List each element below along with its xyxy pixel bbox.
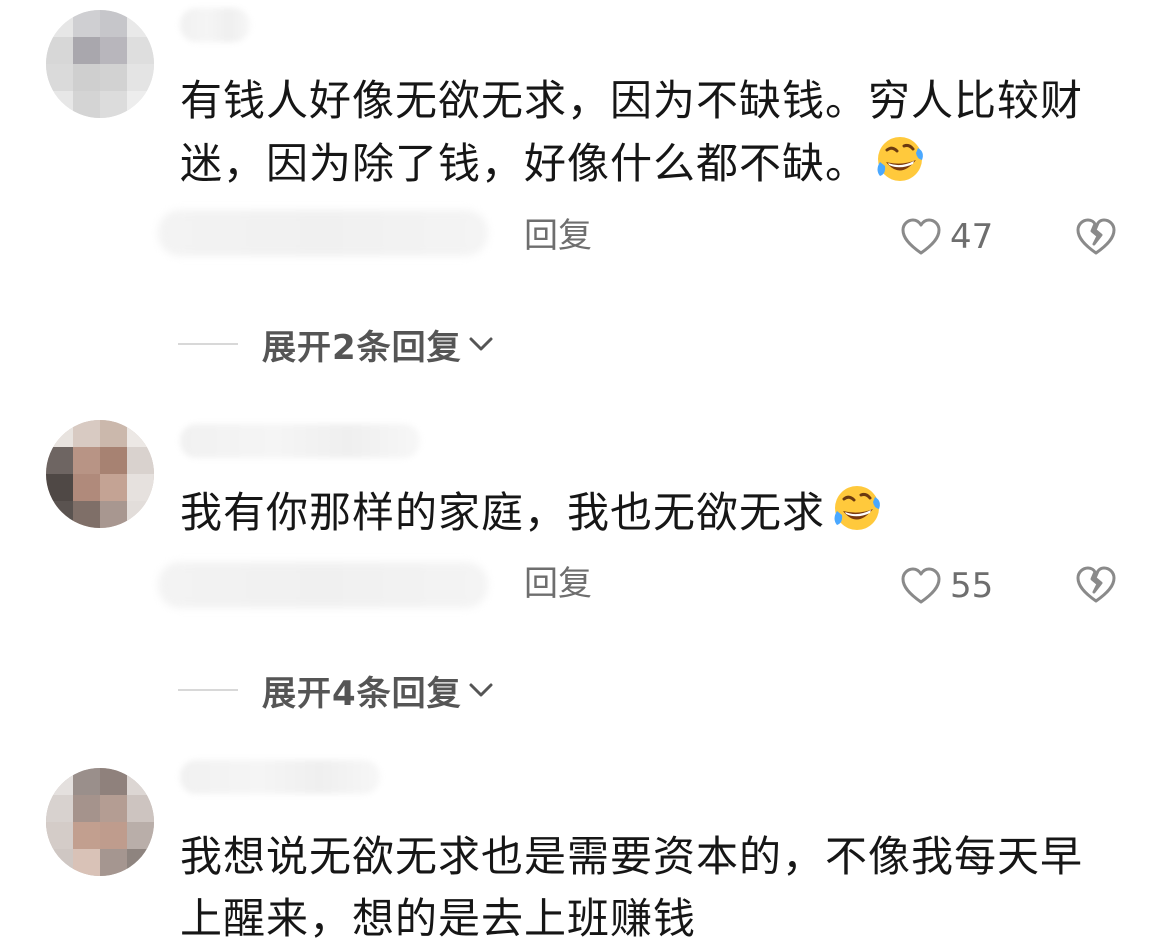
rofl-face-icon <box>834 486 880 530</box>
chevron-down-icon <box>469 337 493 351</box>
avatar[interactable] <box>46 420 154 528</box>
expand-replies-label: 展开2条回复 <box>262 327 462 368</box>
expand-replies-label: 展开4条回复 <box>262 673 462 714</box>
comment-text: 我想说无欲无求也是需要资本的，不像我每天早上醒来，想的是去上班赚钱 <box>180 826 1110 950</box>
comment-text-content: 我有你那样的家庭，我也无欲无求 <box>180 488 826 537</box>
broken-heart-icon[interactable] <box>1074 217 1118 257</box>
comment-text-content: 我想说无欲无求也是需要资本的，不像我每天早上醒来，想的是去上班赚钱 <box>180 832 1084 943</box>
like-button[interactable]: 55 <box>900 566 993 606</box>
expand-replies-button[interactable]: 展开2条回复 <box>178 322 496 368</box>
divider <box>178 689 238 691</box>
like-button[interactable]: 47 <box>900 217 993 257</box>
broken-heart-icon[interactable] <box>1074 565 1118 605</box>
avatar[interactable] <box>46 10 154 118</box>
reply-button[interactable]: 回复 <box>524 216 592 256</box>
comment-text-content: 有钱人好像无欲无求，因为不缺钱。穷人比较财迷，因为除了钱，好像什么都不缺。 <box>180 76 1084 188</box>
comment-meta <box>158 562 488 608</box>
username[interactable] <box>180 8 250 42</box>
like-count: 47 <box>950 217 994 257</box>
username[interactable] <box>180 760 380 794</box>
comment-text: 我有你那样的家庭，我也无欲无求 <box>180 481 1110 544</box>
heart-outline-icon <box>901 218 941 255</box>
rofl-face-icon <box>877 137 923 181</box>
chevron-down-icon <box>469 683 493 697</box>
comment-meta <box>158 210 488 256</box>
username[interactable] <box>180 424 420 458</box>
avatar[interactable] <box>46 768 154 876</box>
expand-replies-button[interactable]: 展开4条回复 <box>178 668 496 714</box>
heart-outline-icon <box>901 567 941 604</box>
like-count: 55 <box>950 566 994 606</box>
divider <box>178 343 238 345</box>
reply-button[interactable]: 回复 <box>524 564 592 604</box>
comment-text: 有钱人好像无欲无求，因为不缺钱。穷人比较财迷，因为除了钱，好像什么都不缺。 <box>180 70 1110 195</box>
